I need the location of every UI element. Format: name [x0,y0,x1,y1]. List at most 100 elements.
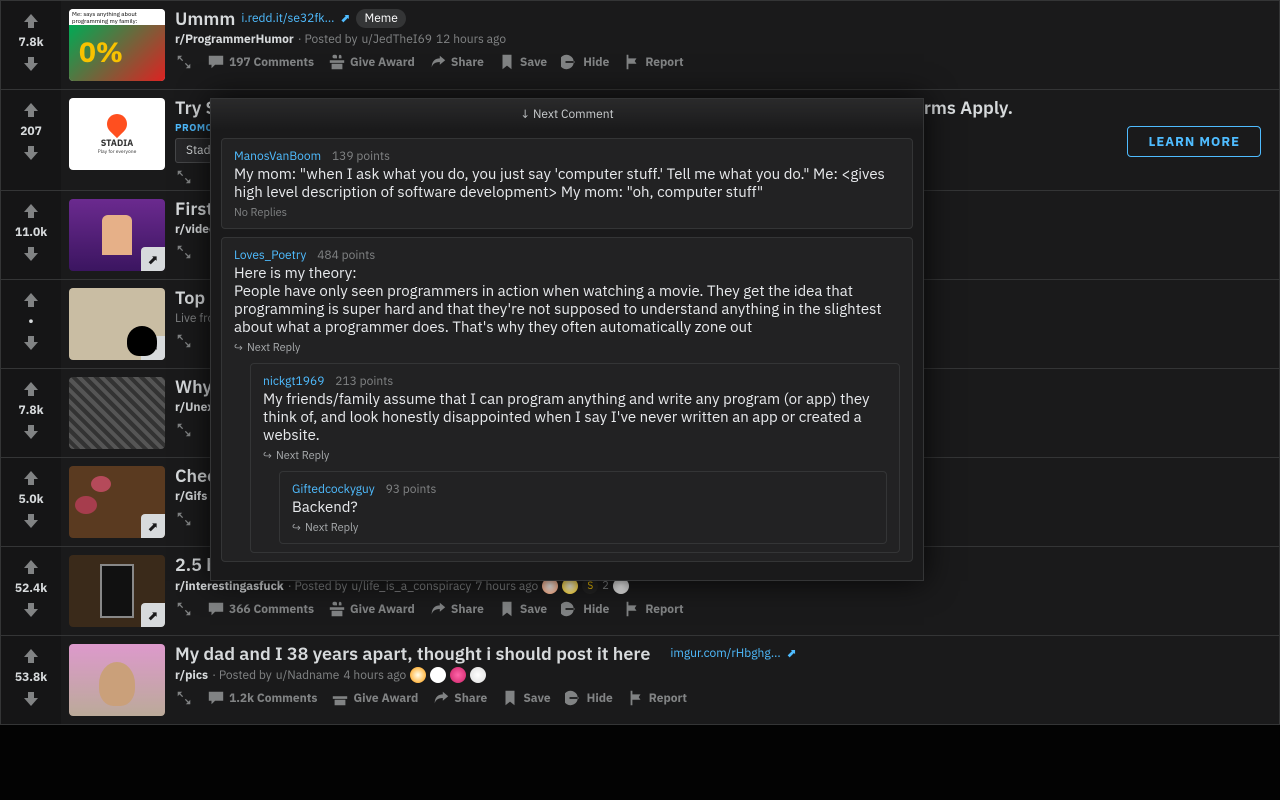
post-domain-link[interactable]: imgur.com/rHbghg... [670,646,780,661]
outbound-link-icon[interactable]: ⬈ [141,603,165,627]
comments-button[interactable]: 197 Comments [207,53,314,71]
reply-arrow-icon: ↪ [263,449,272,463]
expand-icon[interactable] [175,243,193,261]
subreddit-link[interactable]: r/pics [175,668,208,683]
post-score: 7.8k [18,35,43,50]
comment-icon [207,689,225,707]
meta-sep: · Posted by [298,32,358,47]
award-count: 2 [602,579,609,593]
thumbnail-label: STADIA [101,138,134,149]
share-button[interactable]: Share [429,53,484,71]
post-thumbnail[interactable]: STADIA Play for everyone [69,98,165,170]
next-reply-button[interactable]: ↪Next Reply [263,449,887,463]
upvote-button[interactable] [19,555,43,579]
next-reply-button[interactable]: ↪Next Reply [292,521,874,535]
comment-author[interactable]: Giftedcockyguy [292,482,375,497]
comment-body: Here is my theory: People have only seen… [234,265,900,337]
hide-icon [561,53,579,71]
upvote-button[interactable] [19,9,43,33]
author-link[interactable]: u/Nadname [276,668,340,683]
award-icon [430,667,446,683]
post-score: 53.8k [15,670,47,685]
external-link-icon[interactable]: ⬈ [787,646,797,661]
report-button[interactable]: Report [623,600,683,618]
downvote-button[interactable] [19,598,43,622]
hide-button[interactable]: Hide [565,689,613,707]
post-thumbnail[interactable]: ⬈ [69,199,165,271]
awards-row[interactable] [410,667,486,683]
gift-icon [328,53,346,71]
post-thumbnail[interactable] [69,644,165,716]
downvote-button[interactable] [19,420,43,444]
comment-author[interactable]: ManosVanBoom [234,149,321,164]
downvote-button[interactable] [19,687,43,711]
post-thumbnail[interactable]: Me: says anything about programming my f… [69,9,165,81]
save-button[interactable]: Save [501,689,550,707]
reply-arrow-icon: ↪ [234,341,243,355]
external-link-icon[interactable]: ⬈ [340,11,350,26]
downvote-button[interactable] [19,141,43,165]
next-comment-button[interactable]: ↓ Next Comment [211,99,923,130]
post-thumbnail[interactable]: ⬈ [69,466,165,538]
post-score: • [28,314,33,329]
outbound-link-icon[interactable]: ⬈ [141,336,165,360]
outbound-link-icon[interactable]: ⬈ [141,247,165,271]
expand-icon[interactable] [175,689,193,707]
upvote-button[interactable] [19,288,43,312]
downvote-button[interactable] [19,242,43,266]
post-title[interactable]: My dad and I 38 years apart, thought i s… [175,642,650,665]
share-button[interactable]: Share [432,689,487,707]
upvote-button[interactable] [19,377,43,401]
save-button[interactable]: Save [498,600,547,618]
learn-more-button[interactable]: LEARN MORE [1127,126,1261,157]
give-award-button[interactable]: Give Award [328,53,415,71]
expand-icon[interactable] [175,53,193,71]
expand-icon[interactable] [175,510,193,528]
give-award-button[interactable]: Give Award [331,689,418,707]
share-icon [432,689,450,707]
post-thumbnail[interactable] [69,377,165,449]
share-icon [429,600,447,618]
expand-icon[interactable] [175,600,193,618]
post: 7.8k Me: says anything about programming… [0,0,1280,90]
downvote-button[interactable] [19,509,43,533]
post-age: 12 hours ago [436,32,506,47]
flag-icon [627,689,645,707]
next-reply-button[interactable]: ↪Next Reply [234,341,900,355]
author-link[interactable]: u/JedTheI69 [361,32,432,47]
comments-button[interactable]: 366 Comments [207,600,314,618]
downvote-button[interactable] [19,331,43,355]
comment-author[interactable]: nickgt1969 [263,374,324,389]
report-button[interactable]: Report [627,689,687,707]
expand-icon[interactable] [175,168,193,186]
upvote-button[interactable] [19,98,43,122]
report-button[interactable]: Report [623,53,683,71]
upvote-button[interactable] [19,199,43,223]
subreddit-link[interactable]: r/ProgrammerHumor [175,32,294,47]
share-button[interactable]: Share [429,600,484,618]
post-thumbnail[interactable]: ⬈ [69,555,165,627]
subreddit-link[interactable]: r/Gifs [175,489,207,504]
outbound-link-icon[interactable]: ⬈ [141,514,165,538]
downvote-button[interactable] [19,52,43,76]
expand-icon[interactable] [175,332,193,350]
comment-reply: Giftedcockyguy 93 points Backend? ↪Next … [279,471,887,544]
post-domain-link[interactable]: i.redd.it/se32fk... [241,11,334,26]
upvote-button[interactable] [19,644,43,668]
stadia-logo-icon [103,109,131,137]
post-thumbnail[interactable]: ⬈ [69,288,165,360]
comment-body: My friends/family assume that I can prog… [263,391,887,445]
give-award-button[interactable]: Give Award [328,600,415,618]
upvote-button[interactable] [19,466,43,490]
hide-button[interactable]: Hide [561,600,609,618]
comment: ManosVanBoom 139 points My mom: "when I … [221,138,913,229]
comment-author[interactable]: Loves_Poetry [234,248,306,263]
comments-button[interactable]: 1.2k Comments [207,689,317,707]
post-flair[interactable]: Meme [356,9,405,28]
expand-icon[interactable] [175,421,193,439]
hide-button[interactable]: Hide [561,53,609,71]
save-button[interactable]: Save [498,53,547,71]
post-title[interactable]: Ummm [175,7,235,30]
comment-body: Backend? [292,499,874,517]
no-replies-label: No Replies [234,206,900,220]
